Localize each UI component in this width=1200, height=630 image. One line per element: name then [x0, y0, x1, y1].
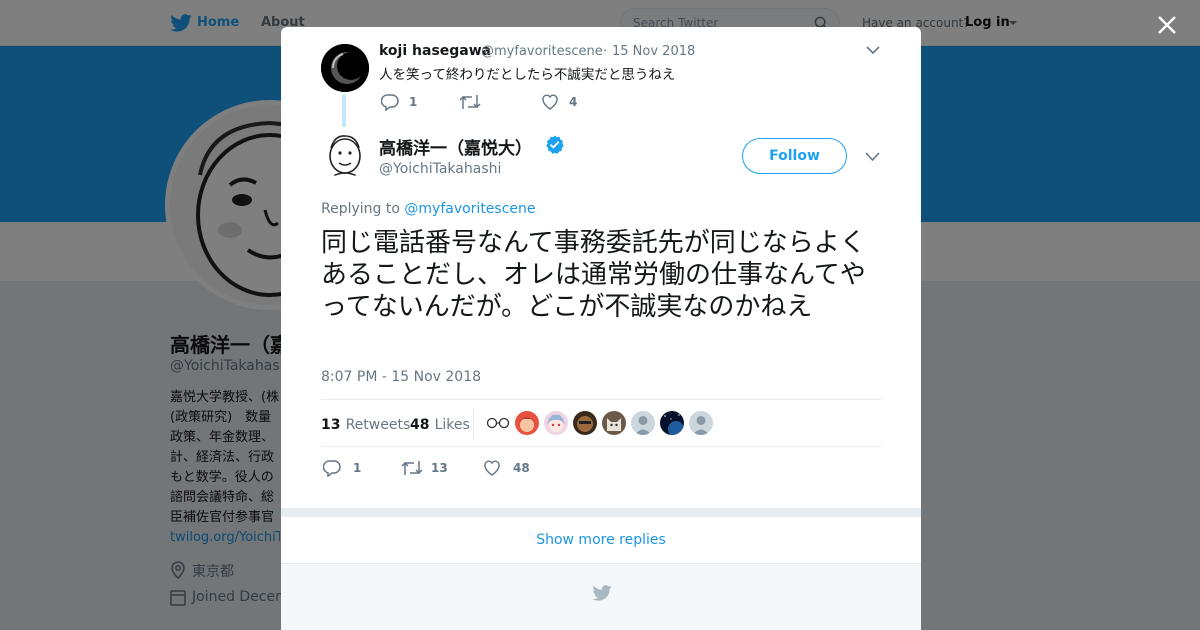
chevron-down-icon[interactable] [866, 45, 880, 55]
retweet-count: 13 [431, 461, 448, 475]
liker-avatar[interactable] [631, 411, 655, 435]
thread-connector [342, 95, 346, 127]
retweet-button[interactable]: 13 [401, 459, 461, 477]
replying-to: Replying to @myfavoritescene [321, 201, 536, 217]
author-handle[interactable]: @YoichiTakahashi [379, 161, 501, 177]
parent-reply-button[interactable]: 1 [381, 93, 421, 111]
reply-button[interactable]: 1 [323, 459, 363, 477]
liker-avatar[interactable] [660, 411, 684, 435]
like-count: 48 [513, 461, 530, 475]
chevron-down-icon[interactable] [865, 151, 880, 162]
liker-avatar[interactable] [573, 411, 597, 435]
reply-icon [323, 460, 341, 477]
twitter-bird-icon [592, 585, 612, 601]
parent-author-name[interactable]: koji hasegawa [379, 43, 491, 59]
heart-icon [484, 460, 500, 476]
retweet-icon [401, 461, 423, 475]
parent-tweet-date[interactable]: 15 Nov 2018 [612, 44, 695, 59]
verified-badge-icon [546, 135, 564, 154]
reply-count: 1 [353, 461, 362, 475]
separator-dot: · [603, 44, 608, 59]
replying-to-link[interactable]: @myfavoritescene [404, 201, 535, 217]
likes-label: Likes [434, 417, 470, 433]
tweet-modal: koji hasegawa @myfavoritescene · 15 Nov … [281, 27, 921, 630]
show-more-replies-button[interactable]: Show more replies [281, 517, 921, 563]
heart-icon [542, 94, 558, 110]
parent-tweet-text: 人を笑って終わりだとしたら不誠実だと思うねえ [379, 67, 676, 83]
retweets-label: Retweets [345, 417, 411, 433]
parent-author-avatar[interactable] [321, 44, 369, 92]
close-icon[interactable] [1156, 14, 1178, 36]
likes-count: 48 [410, 417, 430, 433]
reply-icon [381, 94, 399, 111]
modal-footer [281, 563, 921, 630]
parent-like-button[interactable]: 4 [541, 93, 581, 111]
retweets-count: 13 [321, 417, 341, 433]
divider [473, 408, 474, 440]
liker-avatar[interactable] [486, 411, 510, 435]
parent-retweet-button[interactable] [459, 93, 481, 111]
liker-avatar[interactable] [602, 411, 626, 435]
follow-button[interactable]: Follow [742, 138, 847, 174]
like-button[interactable]: 48 [483, 459, 543, 477]
liker-avatar[interactable] [544, 411, 568, 435]
retweets-stat[interactable]: 13 Retweets [321, 414, 410, 433]
parent-author-handle[interactable]: @myfavoritescene [481, 44, 603, 59]
parent-like-count: 4 [569, 95, 578, 109]
tweet-timestamp[interactable]: 8:07 PM - 15 Nov 2018 [321, 369, 481, 385]
retweet-icon [459, 95, 481, 109]
section-divider [281, 508, 921, 517]
tweet-stats: 13 Retweets 48 Likes [321, 399, 881, 447]
tweet-text: 同じ電話番号なんて事務委託先が同じならよくあることだし、オレは通常労働の仕事なん… [321, 228, 866, 322]
author-avatar[interactable] [321, 130, 369, 178]
likes-stat[interactable]: 48 Likes [410, 414, 470, 433]
liker-avatar[interactable] [515, 411, 539, 435]
liker-avatar[interactable] [689, 411, 713, 435]
author-name[interactable]: 高橋洋一（嘉悦大） [379, 134, 532, 159]
replying-prefix: Replying to [321, 201, 400, 217]
parent-reply-count: 1 [409, 95, 418, 109]
